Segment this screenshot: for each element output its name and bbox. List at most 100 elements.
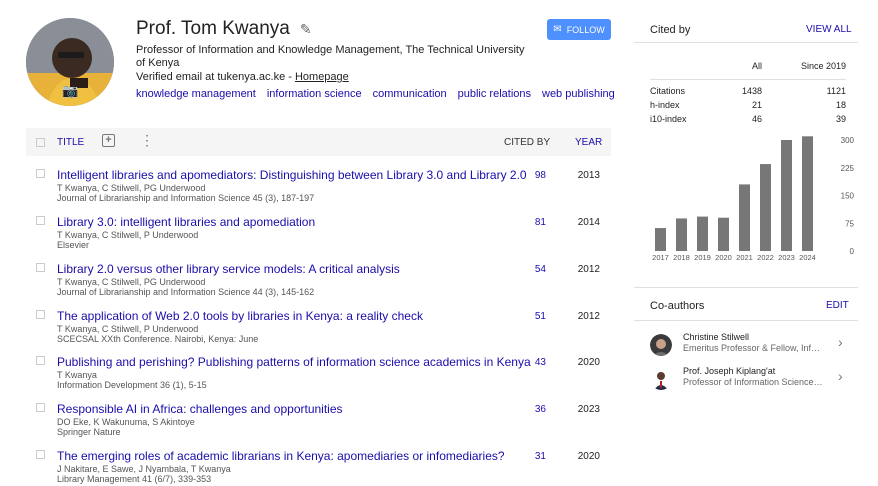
cited-by-count[interactable]: 43 bbox=[526, 357, 546, 368]
view-all-link[interactable]: VIEW ALL bbox=[806, 24, 852, 35]
article-authors: T Kwanya, C Stilwell, P Underwood bbox=[57, 230, 199, 240]
cited-by-count[interactable]: 98 bbox=[526, 170, 546, 181]
camera-icon[interactable]: 📷 bbox=[62, 84, 78, 98]
article-year: 2023 bbox=[577, 404, 600, 415]
table-row: Library 2.0 versus other library service… bbox=[26, 262, 611, 306]
article-venue: SCECSAL XXth Conference. Nairobi, Kenya:… bbox=[57, 334, 259, 344]
article-title-link[interactable]: Library 2.0 versus other library service… bbox=[57, 262, 400, 276]
article-year: 2020 bbox=[577, 357, 600, 368]
sort-by-year[interactable]: YEAR bbox=[575, 137, 602, 148]
more-options-icon[interactable]: ⋮ bbox=[140, 133, 154, 147]
article-venue: Journal of Librarianship and Information… bbox=[57, 287, 315, 297]
divider bbox=[650, 79, 846, 80]
chart-bar[interactable] bbox=[760, 164, 771, 251]
chart-bar[interactable] bbox=[676, 218, 687, 251]
homepage-link[interactable]: Homepage bbox=[295, 71, 349, 83]
divider bbox=[634, 42, 858, 43]
stat-row-i10-index: i10-index 46 39 bbox=[650, 114, 846, 124]
chevron-right-icon: › bbox=[838, 368, 843, 384]
add-article-icon[interactable]: + bbox=[102, 134, 115, 147]
stat-row-h-index: h-index 21 18 bbox=[650, 100, 846, 110]
article-title-link[interactable]: The application of Web 2.0 tools by libr… bbox=[57, 309, 423, 323]
article-title-link[interactable]: Library 3.0: intelligent libraries and a… bbox=[57, 215, 315, 229]
interest-link[interactable]: communication bbox=[373, 88, 447, 100]
article-year: 2020 bbox=[577, 451, 600, 462]
edit-coauthors-link[interactable]: EDIT bbox=[826, 300, 849, 311]
row-checkbox[interactable] bbox=[36, 450, 45, 459]
cited-by-count[interactable]: 31 bbox=[526, 451, 546, 462]
coauthor-name: Christine Stilwell bbox=[683, 332, 750, 342]
follow-button[interactable]: ✉ FOLLOW bbox=[547, 19, 611, 40]
cited-by-count[interactable]: 36 bbox=[526, 404, 546, 415]
y-tick-label: 300 bbox=[841, 136, 855, 145]
coauthor-name: Prof. Joseph Kiplang'at bbox=[683, 366, 776, 376]
y-tick-label: 225 bbox=[841, 164, 855, 173]
article-authors: T Kwanya, C Stilwell, PG Underwood bbox=[57, 183, 206, 193]
interest-link[interactable]: information science bbox=[267, 88, 362, 100]
coauthor-item[interactable]: Prof. Joseph Kiplang'at Professor of Inf… bbox=[650, 366, 854, 394]
envelope-icon: ✉ bbox=[553, 24, 562, 35]
x-tick-label: 2018 bbox=[673, 253, 690, 262]
article-authors: T Kwanya, C Stilwell, PG Underwood bbox=[57, 277, 206, 287]
y-tick-label: 0 bbox=[850, 247, 855, 256]
article-year: 2012 bbox=[577, 311, 600, 322]
row-checkbox[interactable] bbox=[36, 310, 45, 319]
divider bbox=[634, 320, 858, 321]
interest-link[interactable]: web publishing bbox=[542, 88, 615, 100]
x-tick-label: 2022 bbox=[757, 253, 774, 262]
chart-bar[interactable] bbox=[781, 140, 792, 251]
cited-by-count[interactable]: 51 bbox=[526, 311, 546, 322]
chart-bar[interactable] bbox=[739, 184, 750, 251]
y-tick-label: 150 bbox=[841, 192, 855, 201]
sort-by-title[interactable]: TITLE bbox=[57, 137, 84, 148]
cited-by-count[interactable]: 54 bbox=[526, 264, 546, 275]
interest-link[interactable]: knowledge management bbox=[136, 88, 256, 100]
article-year: 2013 bbox=[577, 170, 600, 181]
coauthor-item[interactable]: Christine Stilwell Emeritus Professor & … bbox=[650, 332, 854, 360]
article-authors: DO Eke, K Wakunuma, S Akintoye bbox=[57, 417, 195, 427]
article-title-link[interactable]: Intelligent libraries and apomediators: … bbox=[57, 168, 527, 182]
x-tick-label: 2023 bbox=[778, 253, 795, 262]
article-title-link[interactable]: Publishing and perishing? Publishing pat… bbox=[57, 355, 531, 369]
article-venue: Springer Nature bbox=[57, 427, 121, 437]
coauthor-avatar bbox=[650, 368, 672, 390]
profile-name: Prof. Tom Kwanya bbox=[136, 18, 290, 39]
row-checkbox[interactable] bbox=[36, 216, 45, 225]
coauthor-avatar bbox=[650, 334, 672, 356]
profile-affiliation: Professor of Information and Knowledge M… bbox=[136, 44, 525, 69]
articles-table-header: TITLE + ⋮ CITED BY YEAR bbox=[26, 128, 611, 156]
article-title-link[interactable]: Responsible AI in Africa: challenges and… bbox=[57, 402, 343, 416]
chart-bar[interactable] bbox=[802, 136, 813, 251]
table-row: Publishing and perishing? Publishing pat… bbox=[26, 355, 611, 399]
x-tick-label: 2024 bbox=[799, 253, 816, 262]
divider bbox=[634, 287, 858, 288]
select-all-checkbox[interactable] bbox=[36, 138, 45, 147]
row-checkbox[interactable] bbox=[36, 356, 45, 365]
article-title-link[interactable]: The emerging roles of academic librarian… bbox=[57, 449, 505, 463]
table-row: The emerging roles of academic librarian… bbox=[26, 449, 611, 486]
table-row: Responsible AI in Africa: challenges and… bbox=[26, 402, 611, 446]
article-venue: Elsevier bbox=[57, 240, 90, 250]
chart-bar[interactable] bbox=[697, 216, 708, 251]
coauthor-affiliation: Professor of Information Science, Techni… bbox=[683, 377, 825, 387]
sort-by-cited[interactable]: CITED BY bbox=[504, 137, 550, 148]
cited-by-count[interactable]: 81 bbox=[526, 217, 546, 228]
article-venue: Information Development 36 (1), 5-15 bbox=[57, 380, 207, 390]
citations-per-year-chart: 0 75 150 225 300 2017 2018 2019 2020 2021 2022 2023… bbox=[652, 136, 855, 262]
pencil-edit-icon[interactable]: ✎ bbox=[300, 21, 312, 38]
col-since-header: Since 2019 bbox=[800, 61, 846, 71]
article-venue: Journal of Librarianship and Information… bbox=[57, 193, 315, 203]
chart-bar[interactable] bbox=[718, 217, 729, 251]
table-row: Intelligent libraries and apomediators: … bbox=[26, 168, 611, 212]
x-tick-label: 2021 bbox=[736, 253, 753, 262]
chart-bar[interactable] bbox=[655, 228, 666, 251]
x-tick-label: 2019 bbox=[694, 253, 711, 262]
x-tick-label: 2020 bbox=[715, 253, 732, 262]
interest-link[interactable]: public relations bbox=[458, 88, 531, 100]
table-row: The application of Web 2.0 tools by libr… bbox=[26, 309, 611, 353]
row-checkbox[interactable] bbox=[36, 263, 45, 272]
stat-row-citations: Citations 1438 1121 bbox=[650, 86, 846, 96]
row-checkbox[interactable] bbox=[36, 169, 45, 178]
row-checkbox[interactable] bbox=[36, 403, 45, 412]
coauthors-heading: Co-authors bbox=[650, 300, 705, 312]
